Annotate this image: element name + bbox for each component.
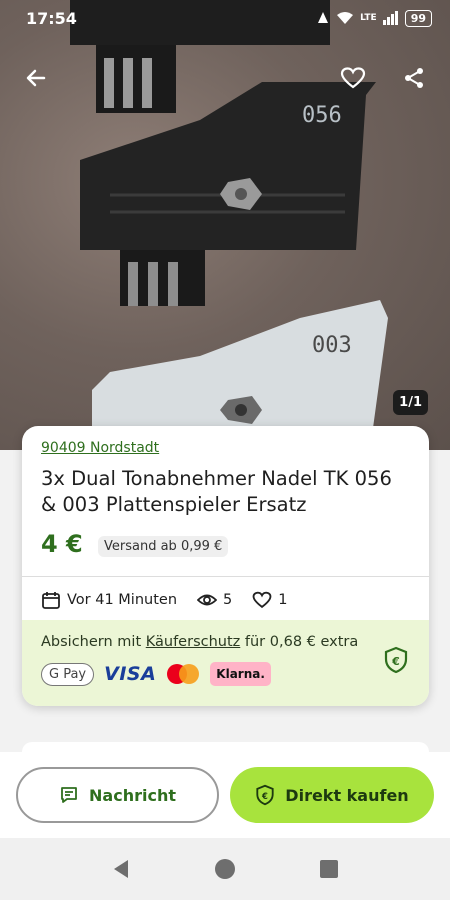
payment-methods: G Pay VISA Klarna. bbox=[41, 662, 271, 686]
shipping-badge: Versand ab 0,99 € bbox=[98, 536, 229, 557]
like-count-text: 1 bbox=[278, 592, 288, 608]
nav-recents-icon[interactable] bbox=[318, 858, 340, 880]
status-time: 17:54 bbox=[26, 8, 77, 28]
listing-price: 4 € bbox=[41, 530, 83, 558]
wifi-icon bbox=[337, 12, 354, 24]
protection-prefix: Absichern mit bbox=[41, 634, 146, 650]
favorite-button[interactable] bbox=[333, 58, 373, 98]
back-button[interactable] bbox=[16, 58, 56, 98]
svg-text:€: € bbox=[261, 791, 268, 801]
message-icon bbox=[61, 787, 77, 803]
heart-icon bbox=[252, 591, 272, 609]
screw-center bbox=[235, 188, 247, 200]
pin bbox=[104, 58, 114, 108]
next-section-peek bbox=[22, 742, 429, 752]
pin bbox=[168, 262, 178, 306]
listing-meta: Vor 41 Minuten 5 1 bbox=[41, 586, 307, 614]
status-bar: 17:54 LTE 99 bbox=[0, 0, 450, 36]
calendar-icon bbox=[42, 592, 60, 609]
posted-time: Vor 41 Minuten bbox=[41, 590, 177, 610]
buyer-protection-panel: Absichern mit Käuferschutz für 0,68 € ex… bbox=[22, 620, 429, 706]
message-button[interactable]: Nachricht bbox=[16, 767, 219, 823]
shield-euro-icon: € bbox=[384, 646, 408, 674]
svg-text:€: € bbox=[391, 655, 400, 668]
view-count: 5 bbox=[197, 590, 232, 610]
buy-now-button[interactable]: € Direkt kaufen bbox=[230, 767, 434, 823]
visa-logo: VISA bbox=[104, 663, 157, 685]
nav-back-icon[interactable] bbox=[110, 858, 132, 880]
listing-card: 90409 Nordstadt 3x Dual Tonabnehmer Nade… bbox=[22, 426, 429, 706]
posted-time-text: Vor 41 Minuten bbox=[67, 592, 178, 608]
alarm-icon bbox=[318, 12, 329, 23]
battery-indicator: 99 bbox=[404, 9, 432, 27]
pin bbox=[128, 262, 138, 306]
klarna-logo: Klarna. bbox=[210, 662, 271, 686]
gpay-logo: G Pay bbox=[41, 662, 95, 686]
share-button[interactable] bbox=[394, 58, 434, 98]
screw-center bbox=[235, 404, 247, 416]
listing-title: 3x Dual Tonabnehmer Nadel TK 056 & 003 P… bbox=[41, 467, 392, 516]
like-count: 1 bbox=[252, 590, 287, 610]
listing-photo[interactable]: 056 003 bbox=[0, 0, 450, 450]
status-icons: LTE 99 bbox=[316, 9, 432, 27]
buyer-protection-link[interactable]: Käuferschutz bbox=[146, 634, 241, 650]
heart-icon bbox=[340, 67, 366, 89]
view-count-text: 5 bbox=[223, 592, 233, 608]
protection-suffix: für 0,68 € extra bbox=[240, 634, 359, 650]
mastercard-logo bbox=[167, 664, 200, 684]
eye-icon bbox=[197, 594, 218, 606]
image-counter: 1/1 bbox=[393, 390, 428, 415]
pin bbox=[142, 58, 152, 108]
share-icon bbox=[405, 68, 423, 88]
action-bar: Nachricht € Direkt kaufen bbox=[0, 752, 450, 838]
location-link[interactable]: 90409 Nordstadt bbox=[41, 440, 159, 456]
system-nav-bar bbox=[0, 838, 450, 900]
nav-home-icon[interactable] bbox=[214, 858, 236, 880]
label-056: 056 bbox=[302, 103, 342, 128]
message-button-label: Nachricht bbox=[89, 785, 176, 805]
divider bbox=[22, 576, 429, 577]
pin bbox=[123, 58, 133, 108]
pin bbox=[148, 262, 158, 306]
label-003: 003 bbox=[312, 333, 352, 358]
arrow-left-icon bbox=[26, 69, 46, 87]
photo-content: 056 003 bbox=[70, 0, 388, 450]
network-type: LTE bbox=[360, 13, 377, 23]
shield-euro-icon: € bbox=[256, 784, 274, 806]
buyer-protection-text: Absichern mit Käuferschutz für 0,68 € ex… bbox=[41, 634, 358, 650]
buy-now-button-label: Direkt kaufen bbox=[285, 785, 409, 805]
signal-icon bbox=[382, 11, 398, 25]
